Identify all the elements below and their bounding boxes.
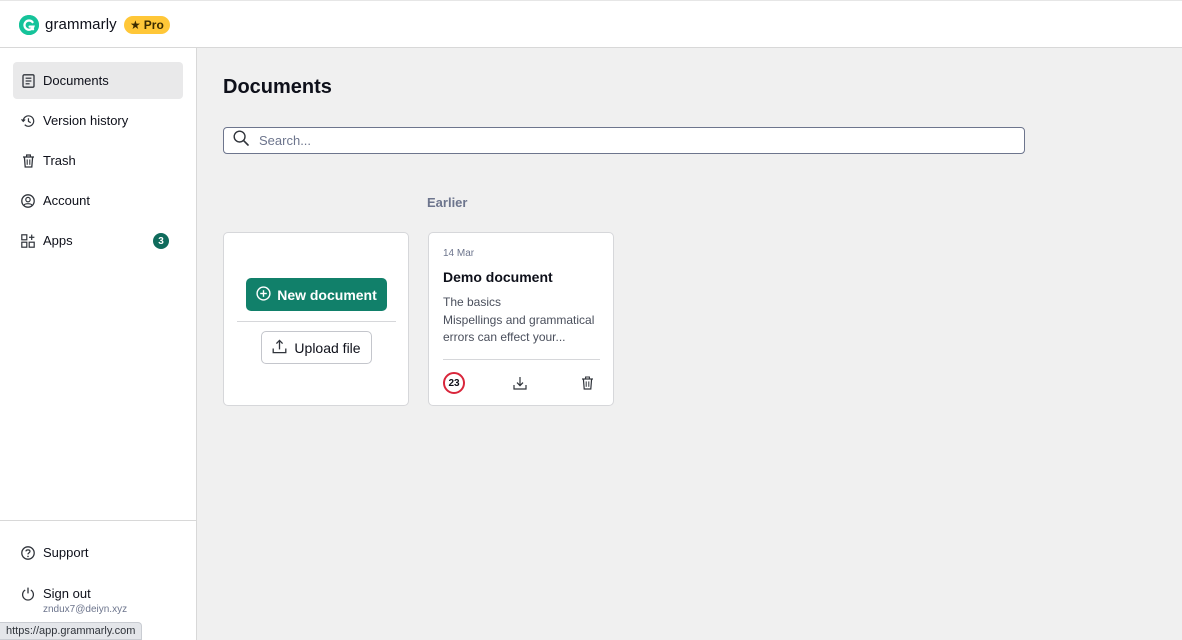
- sidebar-item-label: Support: [43, 545, 89, 560]
- excerpt-line: errors can effect your...: [443, 330, 566, 344]
- apps-count-badge: 3: [153, 233, 169, 249]
- document-icon: [21, 73, 35, 88]
- sidebar-item-trash[interactable]: Trash: [13, 142, 183, 179]
- sidebar: Documents Version history Trash Account …: [0, 48, 197, 640]
- star-icon: ★: [130, 18, 141, 32]
- sidebar-item-version-history[interactable]: Version history: [13, 102, 183, 139]
- document-card[interactable]: 14 Mar Demo document The basics Mispelli…: [428, 232, 614, 406]
- status-url-tooltip: https://app.grammarly.com: [0, 622, 143, 640]
- sidebar-item-label: Account: [43, 193, 90, 208]
- apps-icon: [21, 233, 35, 248]
- upload-file-label: Upload file: [294, 339, 361, 356]
- sidebar-item-account[interactable]: Account: [13, 182, 183, 219]
- document-excerpt: The basics Mispellings and grammatical e…: [443, 294, 603, 347]
- document-title: Demo document: [443, 269, 553, 285]
- sidebar-item-documents[interactable]: Documents: [13, 62, 183, 99]
- sidebar-divider: [0, 520, 196, 521]
- upload-file-button[interactable]: Upload file: [261, 331, 372, 364]
- top-bar: grammarly ★ Pro: [0, 0, 1182, 48]
- sidebar-item-label: Documents: [43, 73, 109, 88]
- search-icon: [233, 130, 249, 151]
- sidebar-item-label: Version history: [43, 113, 129, 128]
- upload-icon: [272, 338, 287, 357]
- sidebar-item-label: Apps: [43, 233, 73, 248]
- help-icon: [21, 545, 35, 560]
- pro-badge: ★ Pro: [124, 16, 170, 34]
- user-email: zndux7@deiyn.xyz: [43, 604, 128, 615]
- brand-name: grammarly: [45, 16, 117, 33]
- new-document-label: New document: [277, 286, 377, 303]
- plus-circle-icon: [256, 285, 271, 304]
- trash-icon[interactable]: [578, 374, 596, 392]
- history-icon: [21, 114, 35, 128]
- grammarly-logo-icon[interactable]: [19, 15, 39, 35]
- sidebar-item-label: Trash: [43, 153, 76, 168]
- card-divider: [237, 321, 396, 322]
- document-date: 14 Mar: [443, 248, 475, 259]
- sidebar-item-apps[interactable]: Apps 3: [13, 222, 183, 259]
- download-icon[interactable]: [511, 374, 529, 392]
- trash-icon: [21, 153, 35, 168]
- page-title: Documents: [223, 76, 332, 98]
- section-label-earlier: Earlier: [427, 195, 468, 210]
- pro-badge-label: Pro: [143, 18, 164, 32]
- excerpt-line: Mispellings and grammatical: [443, 312, 595, 327]
- search-input[interactable]: [259, 133, 959, 148]
- account-icon: [21, 193, 35, 208]
- new-document-card: New document Upload file: [223, 232, 409, 406]
- card-divider: [443, 359, 600, 360]
- new-document-button[interactable]: New document: [246, 278, 387, 311]
- power-icon: [21, 587, 35, 601]
- excerpt-line: The basics: [443, 295, 502, 309]
- performance-score-badge[interactable]: 23: [443, 372, 465, 394]
- sidebar-item-label: Sign out: [43, 586, 91, 601]
- search-bar[interactable]: [223, 127, 1025, 154]
- sidebar-item-support[interactable]: Support: [13, 534, 183, 571]
